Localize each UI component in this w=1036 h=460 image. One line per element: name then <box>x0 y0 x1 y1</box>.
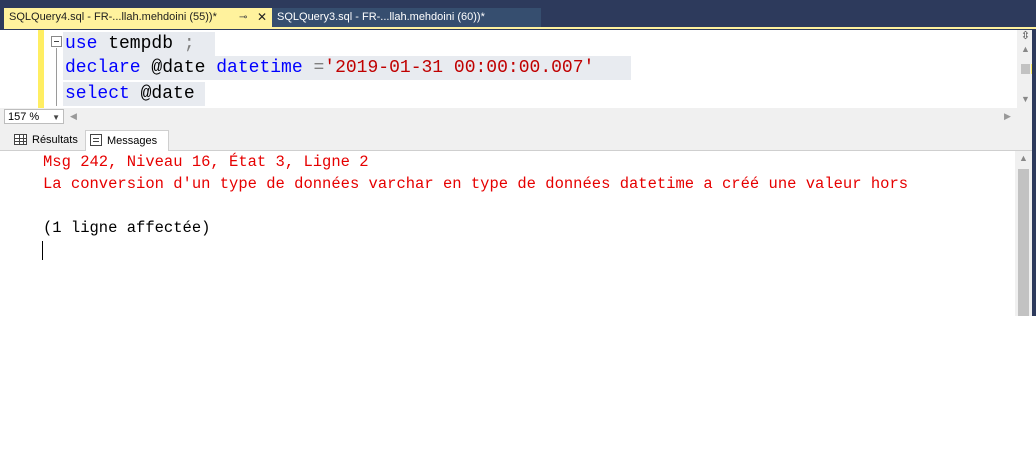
messages-pane[interactable]: Msg 242, Niveau 16, État 3, Ligne 2 La c… <box>0 151 1015 316</box>
code-line-1[interactable]: use tempdb ; <box>65 32 195 56</box>
split-icon[interactable]: ⇳ <box>1019 30 1032 42</box>
keyword: datetime <box>216 58 303 78</box>
document-tab-strip: SQLQuery4.sql - FR-...llah.mehdoini (55)… <box>0 0 1036 30</box>
identifier: tempdb <box>97 34 184 54</box>
tab-label: Résultats <box>32 134 78 146</box>
scroll-left-icon[interactable]: ◀ <box>70 111 77 122</box>
chevron-down-icon: ▼ <box>52 113 60 122</box>
editor-status-bar: 157 % ▼ ◀ ▶ <box>0 108 1036 125</box>
string-literal: '2019-01-31 00:00:00.007' <box>324 58 595 78</box>
keyword: use <box>65 34 98 54</box>
tab-sqlquery3[interactable]: SQLQuery3.sql - FR-...llah.mehdoini (60)… <box>272 8 541 27</box>
results-tab-bar: Résultats Messages <box>0 125 1036 151</box>
tab-sqlquery4[interactable]: SQLQuery4.sql - FR-...llah.mehdoini (55)… <box>4 8 272 27</box>
collapse-outline-icon[interactable] <box>51 36 62 47</box>
changed-lines-indicator <box>38 30 44 108</box>
scroll-up-icon[interactable]: ▲ <box>1020 44 1031 54</box>
code-line-3[interactable]: select @date <box>65 82 195 106</box>
variable: @date <box>140 58 217 78</box>
tab-title: SQLQuery3.sql - FR-...llah.mehdoini (60)… <box>277 11 485 23</box>
query-editor[interactable]: use tempdb ; declare @date datetime ='20… <box>5 30 1017 108</box>
scroll-right-icon[interactable]: ▶ <box>1004 111 1011 122</box>
close-icon[interactable]: ✕ <box>257 8 267 27</box>
window-border <box>1032 30 1036 316</box>
scroll-up-icon[interactable]: ▲ <box>1018 153 1029 163</box>
keyword: declare <box>65 58 141 78</box>
active-tab-underline <box>4 27 1036 29</box>
ssms-window: SQLQuery4.sql - FR-...llah.mehdoini (55)… <box>0 0 1036 316</box>
tab-title: SQLQuery4.sql - FR-...llah.mehdoini (55)… <box>9 11 217 23</box>
keyword: select <box>65 84 130 104</box>
scroll-thumb[interactable] <box>1021 64 1030 74</box>
zoom-value: 157 % <box>8 111 40 123</box>
code-line-2[interactable]: declare @date datetime ='2019-01-31 00:0… <box>65 56 594 80</box>
rows-affected-message: (1 ligne affectée) <box>43 219 211 237</box>
tab-results[interactable]: Résultats <box>10 130 84 151</box>
variable: @date <box>129 84 195 104</box>
messages-icon <box>90 134 102 147</box>
punctuation: ; <box>183 34 195 54</box>
messages-vertical-scrollbar[interactable]: ▲ <box>1015 151 1032 316</box>
grid-icon <box>14 133 27 145</box>
scroll-thumb[interactable] <box>1018 169 1029 316</box>
tab-label: Messages <box>107 135 158 147</box>
error-message-text: La conversion d'un type de données varch… <box>43 175 909 193</box>
zoom-dropdown[interactable]: 157 % ▼ <box>4 109 64 124</box>
outline-line <box>56 48 57 106</box>
text-cursor <box>42 241 43 260</box>
pin-icon[interactable]: ⊸ <box>239 8 247 27</box>
operator: = <box>302 58 325 78</box>
error-message-header: Msg 242, Niveau 16, État 3, Ligne 2 <box>43 153 369 171</box>
scroll-down-icon[interactable]: ▼ <box>1020 94 1031 104</box>
tab-messages[interactable]: Messages <box>85 130 169 151</box>
